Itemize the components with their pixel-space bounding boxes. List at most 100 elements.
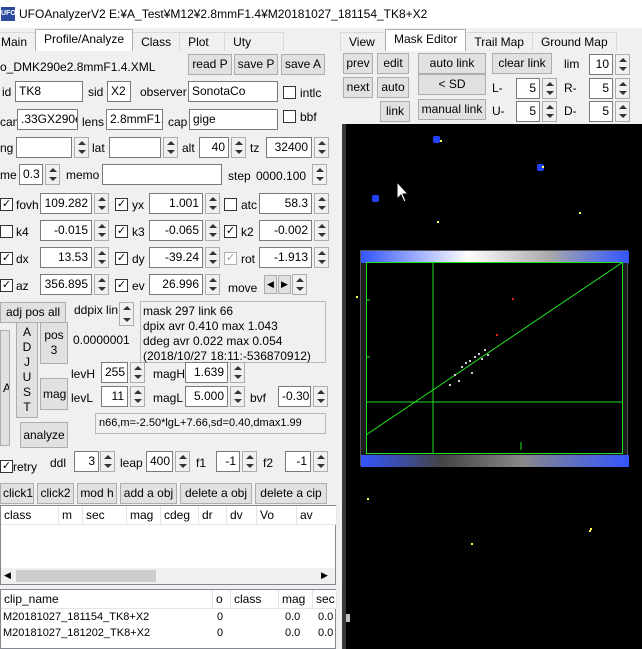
sd-button[interactable]: < SD [418, 74, 486, 95]
f2-field[interactable]: -1 [285, 451, 311, 472]
clip-table[interactable]: clip_name o class mag sec M20181027_1811… [0, 589, 337, 649]
k3-checkbox[interactable]: ✓ [115, 225, 128, 238]
id-field[interactable]: TK8 [15, 81, 83, 102]
cam-field[interactable]: .33GX290e [17, 109, 78, 130]
U-field[interactable]: 5 [516, 101, 540, 122]
bbf-checkbox[interactable] [283, 110, 296, 123]
retry-checkbox[interactable]: ✓ [0, 460, 13, 473]
adj-pos-all-button[interactable]: adj pos all [0, 302, 66, 323]
tab-trail-map[interactable]: Trail Map [465, 32, 533, 51]
ddl-spinner[interactable] [100, 451, 115, 472]
lat-spinner[interactable] [163, 137, 178, 158]
a-button[interactable]: A [0, 330, 10, 446]
magH-spinner[interactable] [230, 362, 245, 383]
D-field[interactable]: 5 [589, 101, 613, 122]
adjust-button[interactable]: A D J U S T [16, 322, 38, 418]
prev-button[interactable]: prev [343, 53, 373, 74]
rot-spinner[interactable] [314, 247, 329, 268]
k4-field[interactable]: -0.015 [40, 220, 92, 241]
delete-clip-button[interactable]: delete a cip [255, 483, 327, 504]
frame-spinner[interactable] [45, 164, 60, 185]
k3-spinner[interactable] [205, 220, 220, 241]
D-spinner[interactable] [615, 101, 630, 122]
scroll-left-arrow[interactable]: ◀ [4, 570, 11, 581]
lim-spinner[interactable] [615, 54, 630, 75]
col-av[interactable]: av [297, 506, 337, 525]
az-spinner[interactable] [94, 274, 109, 295]
col-clip-name[interactable]: clip_name [1, 590, 213, 609]
yx-checkbox[interactable]: ✓ [115, 198, 128, 211]
R-field[interactable]: 5 [589, 78, 613, 99]
dx-field[interactable]: 13.53 [40, 247, 92, 268]
col-class[interactable]: class [1, 506, 59, 525]
tab-class[interactable]: Class [132, 32, 181, 51]
ddpix-spinner[interactable] [119, 302, 134, 326]
click2-button[interactable]: click2 [37, 483, 74, 504]
lng-field[interactable] [16, 137, 72, 158]
ddl-field[interactable]: 3 [74, 451, 99, 472]
read-profile-button[interactable]: read P [188, 54, 232, 75]
col-o[interactable]: o [213, 590, 231, 609]
tab-mask-editor[interactable]: Mask Editor [385, 29, 467, 51]
memo-field[interactable] [102, 164, 222, 185]
move-right-button[interactable]: ▶ [278, 275, 291, 294]
ev-checkbox[interactable]: ✓ [115, 279, 128, 292]
scroll-thumb[interactable] [16, 570, 156, 582]
dy-spinner[interactable] [205, 247, 220, 268]
col-sec[interactable]: sec [83, 506, 127, 525]
col-dv[interactable]: dv [227, 506, 257, 525]
yx-spinner[interactable] [205, 193, 220, 214]
alt-field[interactable]: 40 [199, 137, 229, 158]
levL-field[interactable]: 11 [101, 386, 128, 407]
object-table[interactable]: class m sec mag cdeg dr dv Vo av ◀ ▶ [0, 505, 337, 585]
az-field[interactable]: 356.895 [40, 274, 92, 295]
k2-field[interactable]: -0.002 [259, 220, 312, 241]
tz-field[interactable]: 32400 [266, 137, 312, 158]
atc-spinner[interactable] [314, 193, 329, 214]
link-button[interactable]: link [380, 101, 410, 122]
auto-button[interactable]: auto [377, 77, 409, 98]
table-row[interactable]: M20181027_181154_TK8+X2 0 0.0 0.0 [1, 610, 337, 624]
f1-spinner[interactable] [242, 451, 257, 472]
ev-spinner[interactable] [205, 274, 220, 295]
step-spinner[interactable] [312, 164, 327, 185]
levH-spinner[interactable] [130, 362, 145, 383]
next-button[interactable]: next [343, 77, 373, 98]
col-m[interactable]: m [59, 506, 83, 525]
k2-spinner[interactable] [314, 220, 329, 241]
fovh-field[interactable]: 109.282 [40, 193, 92, 214]
tab-main[interactable]: Main [0, 32, 37, 51]
col-mag[interactable]: mag [127, 506, 161, 525]
k3-field[interactable]: -0.065 [149, 220, 203, 241]
tab-profile-analyze[interactable]: Profile/Analyze [35, 29, 134, 51]
mag-button[interactable]: mag [40, 378, 68, 410]
move-left-button[interactable]: ◀ [264, 275, 277, 294]
fovh-spinner[interactable] [94, 193, 109, 214]
fovh-checkbox[interactable]: ✓ [0, 198, 13, 211]
mod-h-button[interactable]: mod h [77, 483, 117, 504]
lim-field[interactable]: 10 [589, 54, 613, 75]
auto-link-button[interactable]: auto link [418, 53, 486, 74]
bvf-spinner[interactable] [313, 386, 328, 407]
leap-field[interactable]: 400 [146, 451, 173, 472]
tab-view[interactable]: View [340, 32, 386, 51]
U-spinner[interactable] [542, 101, 557, 122]
dx-checkbox[interactable]: ✓ [0, 252, 13, 265]
L-spinner[interactable] [542, 78, 557, 99]
f2-spinner[interactable] [313, 451, 328, 472]
magL-spinner[interactable] [230, 386, 245, 407]
object-table-hscrollbar[interactable]: ◀ ▶ [1, 568, 335, 584]
save-analyze-button[interactable]: save A [281, 54, 325, 75]
levH-field[interactable]: 255 [101, 362, 128, 383]
L-field[interactable]: 5 [516, 78, 540, 99]
col-clip-sec[interactable]: sec [313, 590, 337, 609]
rot-field[interactable]: -1.913 [259, 247, 312, 268]
save-profile-button[interactable]: save P [234, 54, 278, 75]
col-clip-class[interactable]: class [231, 590, 279, 609]
col-clip-mag[interactable]: mag [279, 590, 313, 609]
tz-spinner[interactable] [314, 137, 329, 158]
sid-field[interactable]: X2 [107, 81, 131, 102]
atc-field[interactable]: 58.3 [259, 193, 312, 214]
k2-checkbox[interactable]: ✓ [224, 225, 237, 238]
lng-spinner[interactable] [74, 137, 89, 158]
